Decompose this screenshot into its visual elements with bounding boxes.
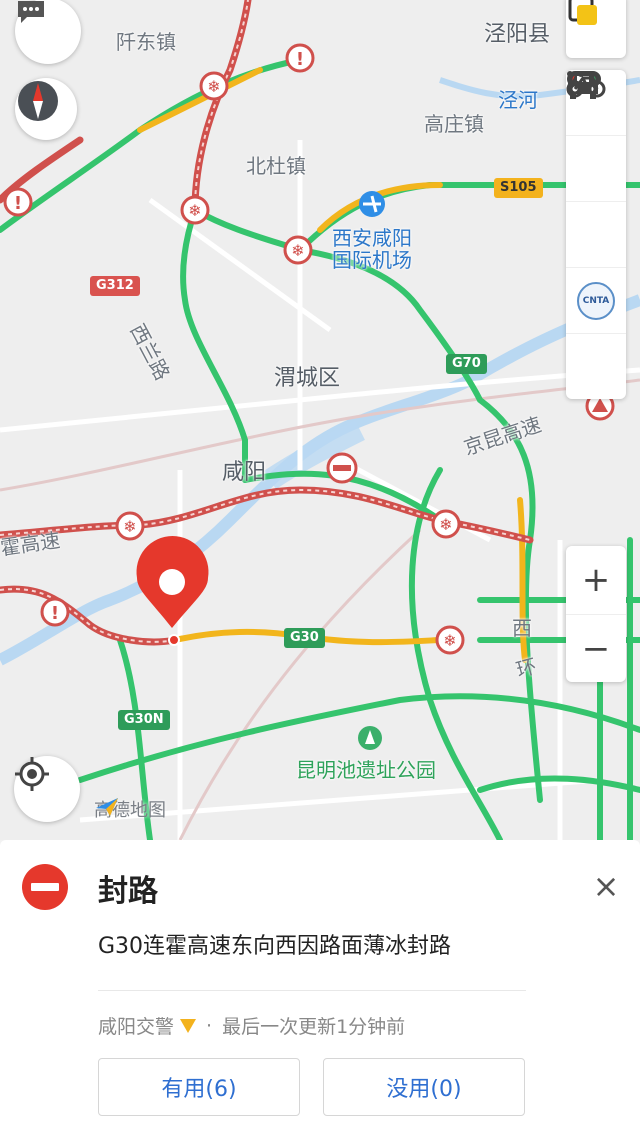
- map-view[interactable]: ❄ ❄ ❄ ❄ ❄ ❄ ! ! ! 阡东镇 泾阳县 泾河 高庄镇 北杜镇 西安咸…: [0, 0, 640, 840]
- map-tools-panel: CNTA: [566, 70, 626, 399]
- svg-text:❄: ❄: [439, 515, 452, 534]
- warning-icon[interactable]: !: [3, 187, 33, 217]
- route-shield: G312: [90, 276, 140, 296]
- more-icon: [567, 71, 595, 77]
- incident-source: 咸阳交警: [98, 1016, 175, 1038]
- cnta-logo-icon: CNTA: [577, 281, 615, 320]
- locate-icon: [15, 757, 49, 791]
- place-label: 高庄镇: [424, 112, 484, 136]
- snow-icon[interactable]: ❄: [199, 71, 229, 101]
- airport-label: 国际机场: [332, 248, 412, 272]
- svg-text:!: !: [14, 193, 22, 214]
- snow-icon[interactable]: ❄: [431, 509, 461, 539]
- snow-icon[interactable]: ❄: [180, 195, 210, 225]
- cnta-button[interactable]: CNTA: [566, 268, 626, 334]
- divider: [98, 990, 526, 991]
- road-label: 西: [512, 616, 532, 640]
- river-label: 泾河: [498, 88, 538, 112]
- snow-icon[interactable]: ❄: [435, 625, 465, 655]
- svg-text:❄: ❄: [443, 631, 456, 650]
- meta-separator: ·: [206, 1014, 213, 1037]
- svg-text:❄: ❄: [123, 517, 136, 536]
- compass-button[interactable]: [15, 78, 77, 140]
- incident-meta: 咸阳交警 · 最后一次更新1分钟前: [98, 1012, 405, 1039]
- bike-mode-button[interactable]: [566, 72, 626, 268]
- snow-icon[interactable]: ❄: [283, 235, 313, 265]
- place-label: 泾阳县: [484, 22, 551, 47]
- route-shield: S105: [494, 178, 543, 198]
- place-label: 阡东镇: [116, 30, 176, 54]
- snow-icon[interactable]: ❄: [115, 511, 145, 541]
- route-shield: G30: [284, 628, 325, 648]
- car-mode-button[interactable]: [566, 73, 626, 202]
- compass-icon: [18, 81, 58, 121]
- svg-text:❄: ❄: [291, 241, 304, 260]
- svg-text:!: !: [296, 49, 304, 70]
- incident-sheet: [0, 840, 640, 1126]
- road-closed-icon[interactable]: [326, 452, 358, 484]
- layers-button[interactable]: [566, 0, 626, 58]
- zoom-out-button[interactable]: −: [566, 615, 626, 682]
- road-closed-icon: [22, 864, 68, 910]
- selected-location-marker[interactable]: [136, 536, 209, 646]
- zoom-controls: + −: [566, 546, 626, 682]
- svg-text:❄: ❄: [207, 77, 220, 96]
- more-button[interactable]: [566, 71, 626, 399]
- zoom-in-button[interactable]: +: [566, 546, 626, 615]
- chat-bubble-icon: [18, 1, 44, 23]
- svg-text:!: !: [51, 603, 59, 624]
- park-label: 昆明池遗址公园: [296, 758, 436, 782]
- warning-icon[interactable]: !: [40, 597, 70, 627]
- useful-button[interactable]: 有用(6): [98, 1058, 300, 1116]
- place-label: 北杜镇: [246, 154, 306, 178]
- locate-button[interactable]: [14, 756, 80, 822]
- close-button[interactable]: ×: [590, 866, 622, 906]
- verified-badge-icon: [180, 1018, 197, 1033]
- layers-icon: [568, 0, 597, 25]
- route-shield: G30N: [118, 710, 170, 730]
- incident-updated-time: 最后一次更新1分钟前: [222, 1016, 406, 1038]
- amap-logo: 高德地图: [94, 796, 166, 822]
- city-label: 咸阳: [222, 460, 267, 485]
- incident-description: G30连霍高速东向西因路面薄冰封路: [98, 934, 452, 959]
- useless-button[interactable]: 没用(0): [323, 1058, 525, 1116]
- svg-text:❄: ❄: [188, 201, 201, 220]
- district-label: 渭城区: [274, 366, 341, 391]
- warning-icon[interactable]: !: [285, 43, 315, 73]
- road-network: ❄ ❄ ❄ ❄ ❄ ❄ ! ! !: [0, 0, 640, 840]
- incident-title: 封路: [98, 874, 158, 909]
- amap-logo-icon: [96, 798, 118, 816]
- route-shield: G70: [446, 354, 487, 374]
- message-button[interactable]: [15, 0, 81, 64]
